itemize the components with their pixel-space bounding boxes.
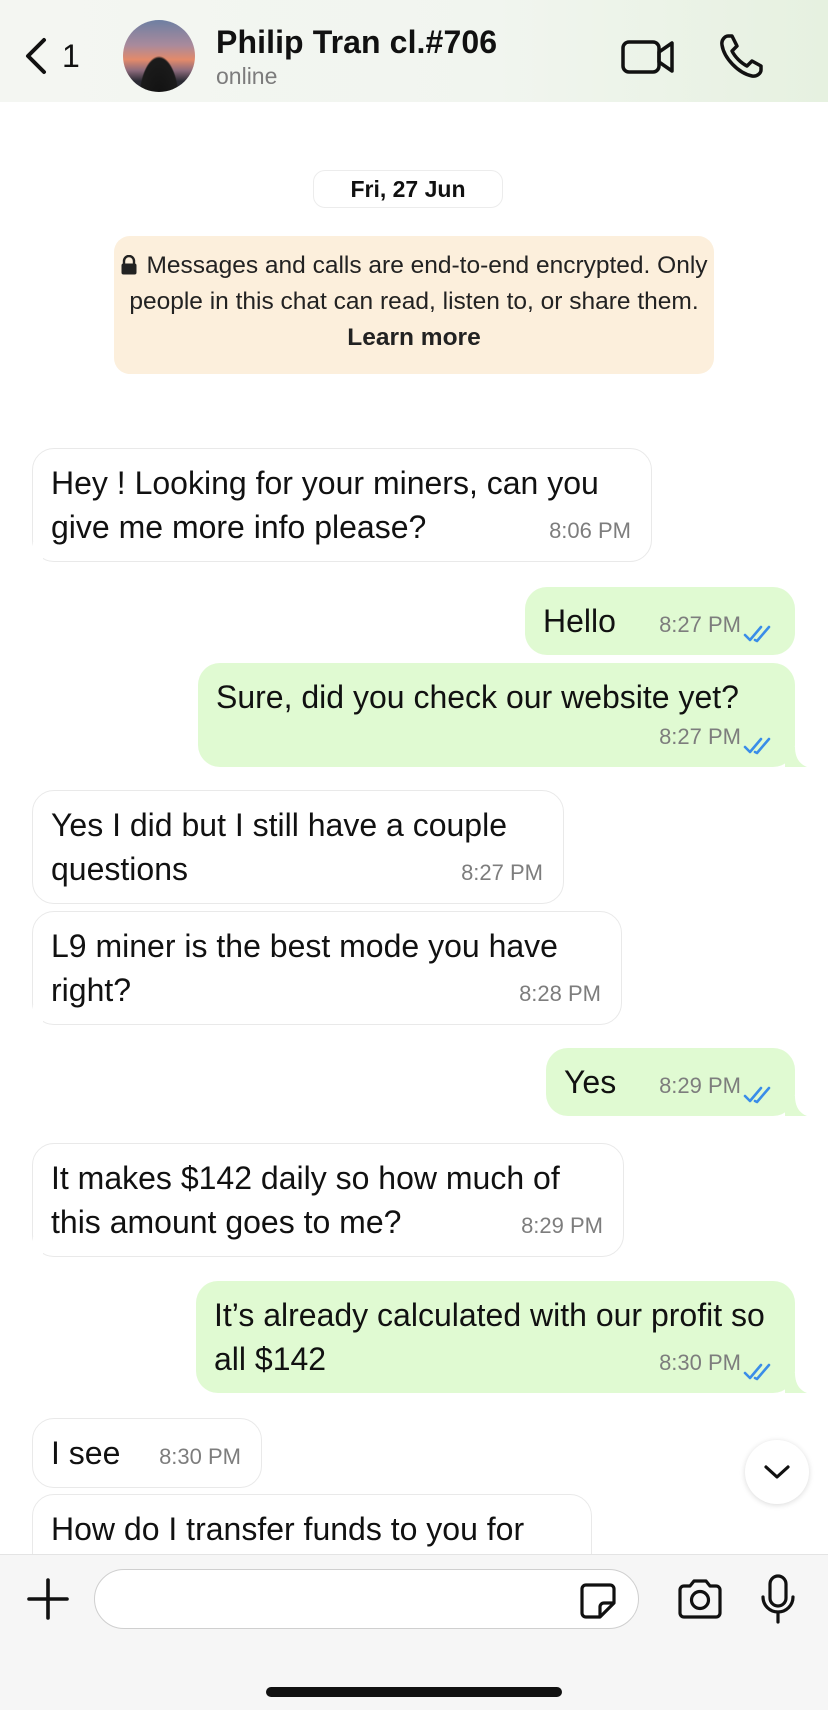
- chevron-down-icon: [764, 1465, 790, 1479]
- message-text: L9 miner is the best mode you have right…: [51, 928, 558, 1008]
- message-incoming[interactable]: L9 miner is the best mode you have right…: [21, 911, 622, 1025]
- message-text: Hey ! Looking for your miners, can you g…: [51, 465, 599, 545]
- message-time: 8:27 PM: [659, 612, 741, 637]
- home-indicator[interactable]: [266, 1687, 562, 1697]
- message-text: I see: [51, 1435, 121, 1471]
- scroll-to-bottom-button[interactable]: [745, 1440, 809, 1504]
- message-text: Sure, did you check our website yet?: [216, 679, 739, 715]
- bubble-tail: [785, 1096, 807, 1116]
- lock-icon: [121, 255, 137, 275]
- sticker-icon[interactable]: [578, 1581, 618, 1621]
- message-time: 8:29 PM: [659, 1073, 741, 1098]
- date-separator: Fri, 27 Jun: [313, 170, 503, 208]
- encryption-notice[interactable]: Messages and calls are end-to-end encryp…: [114, 236, 714, 374]
- message-time: 8:30 PM: [659, 1350, 741, 1375]
- phone-call-icon[interactable]: [716, 30, 768, 82]
- contact-name[interactable]: Philip Tran cl.#706: [216, 24, 497, 61]
- message-outgoing[interactable]: Sure, did you check our website yet? 8:2…: [198, 663, 807, 767]
- message-time: 8:28 PM: [519, 981, 601, 1006]
- bubble-tail: [21, 542, 43, 562]
- chat-header: 1 Philip Tran cl.#706 online: [0, 0, 828, 102]
- message-text: Yes I did but I still have a couple ques…: [51, 807, 507, 887]
- message-outgoing[interactable]: Yes 8:29 PM: [546, 1048, 807, 1116]
- message-outgoing[interactable]: It’s already calculated with our profit …: [196, 1281, 807, 1393]
- message-incoming[interactable]: How do I transfer funds to you for: [32, 1494, 592, 1554]
- message-text: It makes $142 daily so how much of this …: [51, 1160, 560, 1240]
- chat-area[interactable]: Fri, 27 Jun Messages and calls are end-t…: [0, 102, 828, 1554]
- message-input[interactable]: [94, 1569, 639, 1629]
- message-incoming[interactable]: Hey ! Looking for your miners, can you g…: [21, 448, 652, 562]
- bubble-tail: [21, 1237, 43, 1257]
- video-call-icon[interactable]: [620, 30, 676, 82]
- camera-icon[interactable]: [676, 1577, 724, 1621]
- message-incoming[interactable]: Yes I did but I still have a couple ques…: [32, 790, 564, 904]
- read-ticks-icon: [743, 1086, 771, 1104]
- message-text: Yes: [564, 1064, 617, 1100]
- contact-status: online: [216, 63, 278, 89]
- bubble-tail: [785, 747, 807, 767]
- read-ticks-icon: [743, 625, 771, 643]
- plus-icon[interactable]: [26, 1577, 70, 1621]
- unread-count: 1: [62, 37, 80, 74]
- avatar[interactable]: [123, 20, 195, 92]
- message-text: How do I transfer funds to you for: [51, 1511, 525, 1547]
- read-ticks-icon: [743, 1363, 771, 1381]
- bubble-tail: [21, 1005, 43, 1025]
- learn-more-link[interactable]: Learn more: [347, 324, 480, 351]
- read-ticks-icon: [743, 737, 771, 755]
- message-text: Hello: [543, 603, 616, 639]
- back-button[interactable]: 1: [22, 34, 92, 78]
- encryption-text: Messages and calls are end-to-end encryp…: [129, 252, 708, 315]
- composer-bar: [0, 1554, 828, 1710]
- message-time: 8:27 PM: [659, 724, 741, 749]
- message-time: 8:06 PM: [549, 518, 631, 543]
- chevron-left-icon: [26, 38, 46, 74]
- message-incoming[interactable]: I see 8:30 PM: [32, 1418, 262, 1488]
- message-outgoing[interactable]: Hello 8:27 PM: [525, 587, 795, 655]
- message-incoming[interactable]: It makes $142 daily so how much of this …: [21, 1143, 624, 1257]
- message-time: 8:27 PM: [461, 860, 543, 885]
- microphone-icon[interactable]: [760, 1573, 796, 1625]
- message-time: 8:30 PM: [159, 1444, 241, 1469]
- bubble-tail: [785, 1373, 807, 1393]
- message-time: 8:29 PM: [521, 1213, 603, 1238]
